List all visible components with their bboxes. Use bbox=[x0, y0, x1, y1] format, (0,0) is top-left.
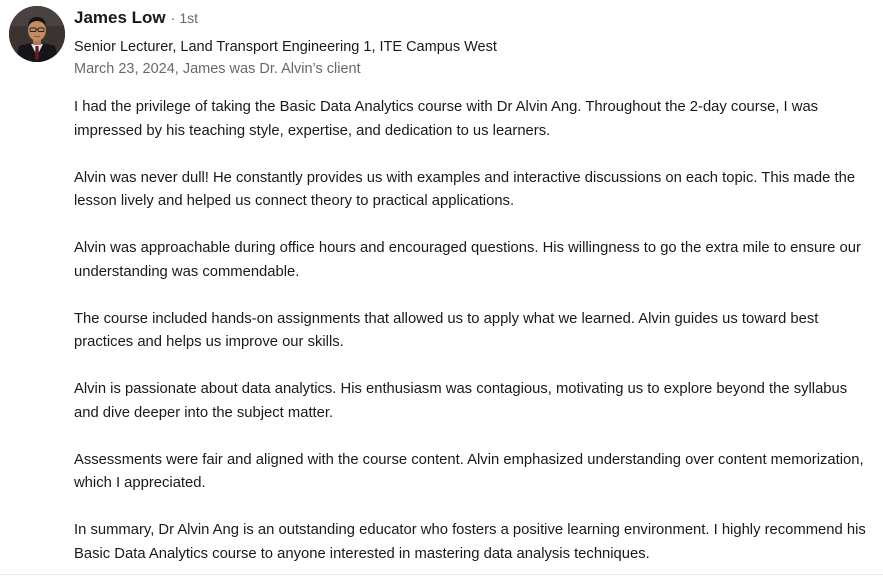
paragraph: Assessments were fair and aligned with t… bbox=[74, 451, 864, 492]
author-name[interactable]: James Low bbox=[74, 8, 166, 28]
recommendation-text: I had the privilege of taking the Basic … bbox=[74, 96, 869, 566]
name-line: James Low · 1st bbox=[74, 8, 864, 34]
paragraph: Alvin was never dull! He constantly prov… bbox=[74, 169, 856, 210]
connection-degree: · 1st bbox=[171, 10, 198, 26]
degree-label: 1st bbox=[179, 10, 199, 26]
recommendation-card: James Low · 1st Senior Lecturer, Land Tra… bbox=[0, 0, 883, 578]
relationship-date: March 23, 2024, James was Dr. Alvin’s cl… bbox=[74, 61, 361, 77]
author-headline: Senior Lecturer, Land Transport Engineer… bbox=[74, 39, 497, 55]
avatar[interactable] bbox=[9, 6, 65, 62]
avatar-photo bbox=[9, 6, 65, 62]
paragraph: In summary, Dr Alvin Ang is an outstandi… bbox=[74, 522, 866, 562]
paragraph: The course included hands-on assignments… bbox=[74, 310, 819, 351]
degree-separator: · bbox=[170, 10, 176, 26]
paragraph: Alvin is passionate about data analytics… bbox=[74, 381, 848, 421]
paragraph: Alvin was approachable during office hou… bbox=[74, 240, 861, 280]
divider bbox=[0, 574, 883, 575]
author-header: James Low · 1st Senior Lecturer, Land Tra… bbox=[74, 8, 864, 80]
paragraph: I had the privilege of taking the Basic … bbox=[74, 99, 819, 139]
